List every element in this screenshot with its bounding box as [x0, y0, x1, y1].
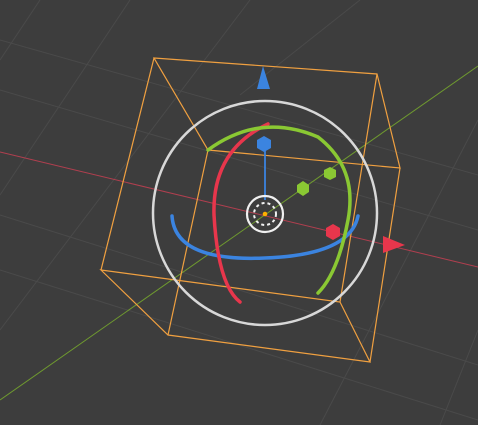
bounding-box-edge[interactable]	[100, 57, 155, 271]
x-rotation-arc[interactable]	[212, 122, 270, 304]
grid-line	[239, 0, 361, 96]
y-axis-line	[0, 65, 478, 401]
y-scale-handle[interactable]	[297, 181, 309, 196]
grid-line	[0, 39, 478, 176]
pivot-point[interactable]	[245, 194, 285, 234]
y-rotate-handle-dot[interactable]	[324, 167, 336, 180]
x-scale-handle[interactable]	[326, 224, 340, 240]
grid-line	[439, 329, 478, 425]
grid-line	[0, 0, 251, 331]
bounding-box-edge[interactable]	[369, 167, 401, 363]
z-scale-handle[interactable]	[257, 136, 271, 152]
viewport-scene[interactable]	[0, 0, 478, 425]
z-axis-arrow-handle[interactable]	[257, 66, 270, 89]
3d-viewport[interactable]	[0, 0, 478, 425]
bounding-box-edge[interactable]	[339, 73, 378, 303]
selected-object-bounding-box[interactable]	[99, 57, 401, 363]
grid-line	[0, 214, 478, 366]
grid-line	[0, 0, 41, 61]
bounding-box-top-face[interactable]	[152, 57, 401, 169]
grid-line	[0, 0, 131, 196]
x-axis-arrow-handle[interactable]	[383, 236, 405, 253]
pivot-center-dot	[262, 211, 268, 217]
bounding-box-bottom-face[interactable]	[99, 269, 372, 363]
